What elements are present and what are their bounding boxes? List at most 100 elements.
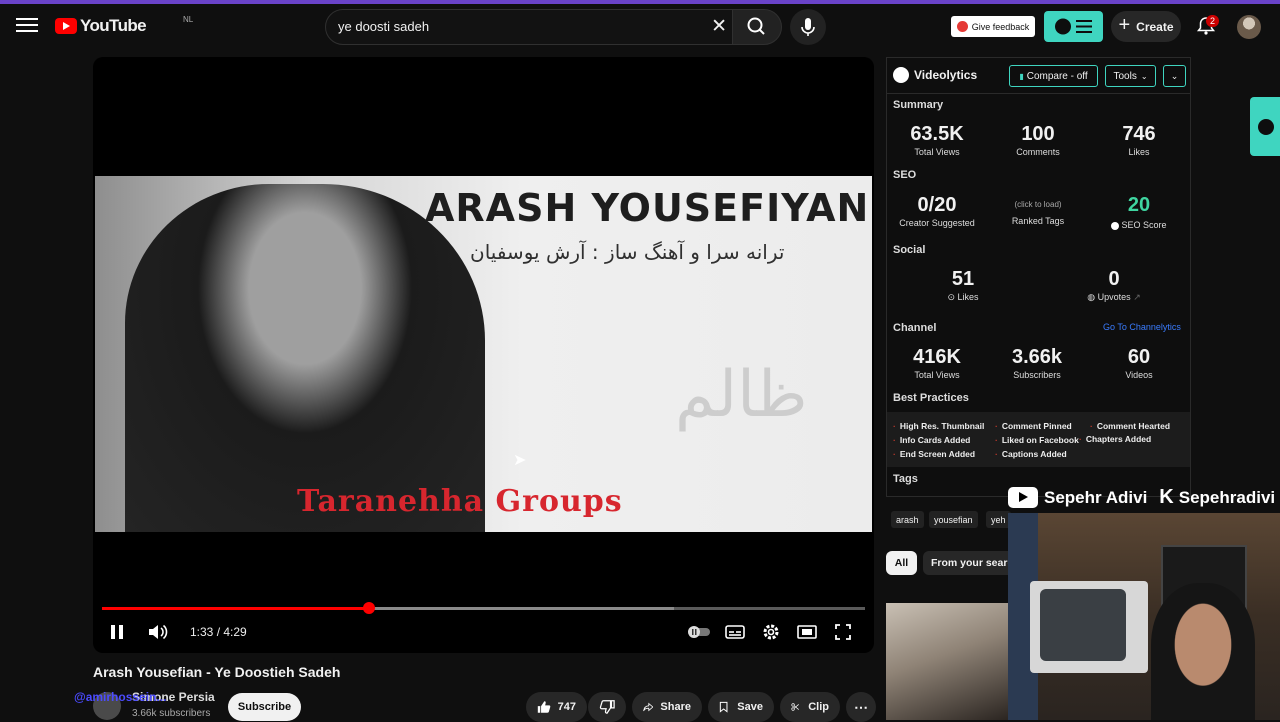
share-button[interactable]: Share (632, 692, 702, 722)
go-to-channelytics-link[interactable]: Go To Channelytics (1103, 322, 1181, 332)
seo-score: 20 SEO Score (1095, 194, 1183, 230)
microphone-icon (801, 18, 815, 36)
videolytics-side-tab[interactable] (1250, 97, 1280, 156)
chip-all[interactable]: All (886, 551, 917, 575)
search-button[interactable] (732, 9, 782, 45)
best-practices-list: High Res. Thumbnail Comment Pinned Comme… (887, 412, 1190, 467)
search-value: ye doosti sadeh (338, 19, 430, 34)
thumbs-up-icon (537, 701, 551, 713)
stat-label: SEO Score (1095, 220, 1183, 230)
channel-title: Channel (893, 322, 937, 334)
stat-value: 51 (951, 268, 975, 290)
best-practices-title: Best Practices (893, 392, 969, 404)
summary-total-views: 63.5K Total Views (895, 123, 979, 157)
seo-ranked-tags[interactable]: (click to load) Ranked Tags (993, 199, 1083, 226)
recommended-video-thumbnail[interactable] (886, 603, 1008, 720)
social-upvotes-label: Upvotes (1097, 292, 1131, 302)
summary-comments: 100 Comments (995, 123, 1081, 157)
clip-button[interactable]: Clip (780, 692, 840, 722)
stat-label: Creator Suggested (899, 218, 975, 228)
kick-icon: K (1159, 486, 1174, 508)
video-frame-subtitle: ترانه سرا و آهنگ ساز : آرش یوسفیان (470, 240, 785, 264)
collapse-button[interactable]: ⌄ (1163, 65, 1186, 87)
clear-icon[interactable]: ✕ (711, 15, 727, 38)
tag-chip[interactable]: yeh (986, 511, 1011, 528)
feedback-label: Give feedback (971, 21, 1030, 32)
stat-value: 3.66k (1011, 346, 1063, 368)
videolytics-logo-icon (1111, 221, 1120, 230)
feedback-icon (956, 21, 968, 32)
save-button[interactable]: Save (708, 692, 774, 722)
pause-button[interactable] (109, 622, 125, 642)
autoplay-icon (688, 626, 710, 638)
progress-scrubber[interactable] (363, 602, 375, 614)
volume-button[interactable] (147, 622, 169, 642)
search-input[interactable]: ye doosti sadeh ✕ (325, 9, 740, 45)
compare-button[interactable]: ▮ Compare - off (1009, 65, 1098, 87)
volume-icon (149, 624, 168, 640)
videolytics-toggle-button[interactable] (1044, 11, 1103, 42)
video-frame-watermark: ظالم (675, 358, 808, 432)
thumbs-down-icon (599, 700, 615, 714)
settings-button[interactable] (761, 622, 781, 642)
captions-icon (725, 625, 745, 639)
compare-label: Compare - off (1026, 70, 1088, 82)
time-display: 1:33 / 4:29 (190, 625, 247, 639)
youtube-logo[interactable]: YouTube NL (55, 15, 193, 36)
plus-icon: + (1118, 14, 1131, 36)
streamer-kick-name: Sepehradivi (1178, 487, 1276, 507)
seo-title: SEO (893, 169, 917, 181)
video-frame-title: ARASH YOUSEFIYAN (425, 186, 870, 230)
bookmark-icon (719, 701, 728, 713)
best-practice-item: Chapters Added (1079, 434, 1151, 444)
channel-subscribers: 3.66k Subscribers (993, 346, 1081, 380)
stat-value: 60 (1127, 346, 1151, 368)
theater-icon (797, 625, 817, 639)
tag-chip[interactable]: arash (891, 511, 924, 528)
video-frame-person (125, 184, 485, 532)
video-player[interactable]: ARASH YOUSEFIYAN ترانه سرا و آهنگ ساز : … (93, 57, 874, 653)
create-button[interactable]: + Create (1111, 11, 1181, 42)
videolytics-panel: Videolytics ▮ Compare - off Tools ⌄ ⌄ Su… (886, 57, 1191, 528)
fullscreen-button[interactable] (834, 622, 852, 642)
stat-label: Total Views (914, 147, 960, 157)
progress-played (102, 607, 369, 610)
video-title: Arash Yousefian - Ye Doostieh Sadeh (93, 664, 341, 680)
best-practice-item: Comment Pinned (995, 421, 1072, 431)
webcam-streamer (1151, 583, 1255, 720)
youtube-icon (1008, 487, 1038, 508)
theater-mode-button[interactable] (797, 622, 817, 642)
best-practice-item: Liked on Facebook (995, 435, 1079, 445)
account-avatar[interactable] (1237, 15, 1261, 39)
stat-value: 0/20 (917, 194, 957, 216)
menu-icon[interactable] (16, 14, 38, 36)
tools-dropdown[interactable]: Tools ⌄ (1105, 65, 1156, 87)
voice-search-button[interactable] (790, 9, 826, 45)
mouse-cursor-icon: ➤ (513, 452, 527, 469)
fullscreen-icon (835, 624, 851, 640)
like-button[interactable]: 747 (526, 692, 587, 722)
seo-score-value: 20 (1127, 194, 1151, 216)
best-practice-item: Comment Hearted (1090, 421, 1170, 431)
share-label: Share (660, 701, 691, 713)
give-feedback-button[interactable]: Give feedback (951, 16, 1035, 37)
save-label: Save (737, 701, 763, 713)
best-practice-item: Info Cards Added (893, 435, 971, 445)
streamer-name-overlay: Sepehr Adivi K Sepehradivi (1008, 486, 1275, 509)
social-likes: 51 ⊙ Likes (919, 268, 1007, 303)
reddit-icon: ◍ (1087, 292, 1096, 302)
dislike-button[interactable] (588, 692, 626, 722)
more-actions-icon[interactable]: ⋯ (846, 692, 876, 722)
subtitles-button[interactable] (725, 622, 745, 642)
subscribe-button[interactable]: Subscribe (228, 693, 301, 721)
summary-title: Summary (893, 99, 944, 111)
tag-chip[interactable]: yousefian (929, 511, 978, 528)
click-to-load-link[interactable]: (click to load) (993, 200, 1083, 209)
seo-score-label: SEO Score (1121, 220, 1167, 230)
autoplay-toggle[interactable] (687, 622, 711, 642)
best-practice-item: Captions Added (995, 449, 1067, 459)
stat-value: 416K (913, 346, 961, 368)
youtube-play-icon (55, 18, 77, 34)
scissors-icon (791, 703, 799, 711)
video-frame: ARASH YOUSEFIYAN ترانه سرا و آهنگ ساز : … (95, 176, 872, 532)
